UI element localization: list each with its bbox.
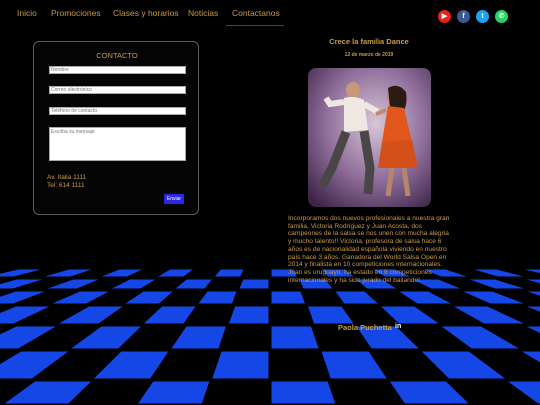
post-date: 12 de marzo de 2019 [344, 52, 394, 58]
floor-tile [158, 269, 193, 277]
nav-item-inicio[interactable]: Inicio [17, 8, 37, 18]
floor-tile [271, 291, 305, 304]
floor-tile [0, 279, 42, 289]
floor-tile [307, 306, 354, 324]
floor-tile [44, 269, 92, 277]
floor-tile [321, 351, 387, 379]
floor-tile [94, 351, 169, 379]
floor-tile [469, 279, 525, 289]
send-button[interactable]: Enviar [164, 194, 184, 204]
floor-tile [0, 306, 50, 324]
floor-tile [463, 291, 524, 304]
floor-tile [4, 381, 92, 404]
nav-item-clases-horarios[interactable]: Clases y horarios [113, 8, 179, 18]
floor-tile [0, 269, 41, 277]
floor-tile [198, 291, 237, 304]
floor-tile [111, 279, 156, 289]
contact-phone: Tel: 614 1111 [47, 182, 85, 189]
floor-tile [228, 306, 269, 324]
message-textarea[interactable]: Escriba su mensaje [49, 127, 186, 161]
floor-tile [399, 291, 451, 304]
nav-active-underline [226, 25, 284, 26]
floor-tile [171, 326, 226, 349]
floor-tile [473, 269, 524, 277]
floor-tile [526, 279, 540, 284]
phone-field[interactable]: Teléfono de contacto [49, 107, 186, 115]
linkedin-icon[interactable]: in [395, 323, 401, 330]
floor-tile [521, 351, 540, 363]
twitter-icon[interactable]: t [476, 10, 489, 23]
youtube-icon[interactable]: ▶ [438, 10, 451, 23]
floor-tile [421, 351, 506, 379]
facebook-icon[interactable]: f [457, 10, 470, 23]
author-name: Paola Puchetta [338, 323, 392, 332]
contact-address: Av. Italia 1111 [47, 174, 87, 181]
top-navigation: Inicio Promociones Clases y horarios Not… [0, 0, 540, 28]
floor-tile [71, 326, 141, 349]
name-field[interactable]: Nombre [49, 66, 186, 74]
floor-tile [212, 351, 269, 379]
floor-tile [52, 291, 109, 304]
floor-tile [527, 291, 540, 296]
whatsapp-icon[interactable]: ✆ [495, 10, 508, 23]
floor-tile [0, 291, 45, 304]
floor-tile [380, 306, 439, 324]
floor-tile [453, 306, 524, 324]
floor-tile [125, 291, 173, 304]
floor-tile [47, 279, 99, 289]
floor-tile [526, 306, 540, 312]
nav-item-noticias[interactable]: Noticias [188, 8, 218, 18]
floor-tile [526, 326, 540, 333]
floor-tile [389, 381, 469, 404]
nav-item-contactanos[interactable]: Contactanos [232, 8, 280, 18]
floor-tile [101, 269, 142, 277]
post-title: Crece la familia Dance [329, 37, 409, 46]
checkered-floor-background [0, 269, 540, 404]
floor-tile [143, 306, 196, 324]
floor-tile [138, 381, 210, 404]
floor-tile [175, 279, 212, 289]
floor-tile [335, 291, 378, 304]
post-body: Incorporamos dos nuevos profesionales a … [288, 215, 450, 284]
dancing-couple-photo [308, 68, 431, 207]
floor-tile [239, 279, 269, 289]
floor-tile [214, 269, 244, 277]
floor-tile [271, 326, 319, 349]
floor-tile [441, 326, 519, 349]
floor-tile [508, 381, 540, 404]
floor-tile [0, 326, 56, 349]
contact-title: CONTACTO [96, 51, 138, 60]
contact-form-card: CONTACTO Nombre Correo electrónico Teléf… [33, 41, 199, 215]
nav-item-promociones[interactable]: Promociones [51, 8, 101, 18]
floor-tile [58, 306, 123, 324]
email-field[interactable]: Correo electrónico [49, 86, 186, 94]
floor-tile [524, 269, 540, 274]
floor-tile [271, 381, 336, 404]
floor-tile [0, 351, 69, 379]
